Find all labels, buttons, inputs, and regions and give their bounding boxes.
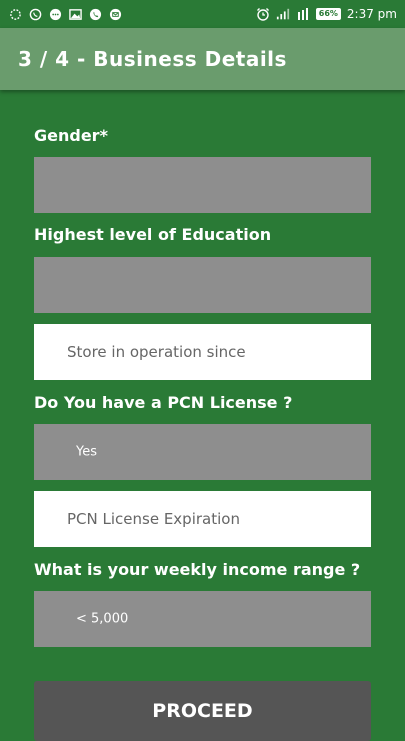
pcn-expiration-field[interactable]: PCN License Expiration — [34, 491, 371, 547]
pcn-expiration-placeholder: PCN License Expiration — [67, 510, 240, 528]
gender-select[interactable] — [34, 157, 371, 213]
app-bar: 3 / 4 - Business Details — [0, 28, 405, 90]
proceed-label: PROCEED — [152, 700, 253, 722]
gender-label: Gender* — [34, 126, 108, 145]
status-bar-right: 66% 2:37 pm — [256, 7, 397, 21]
gallery-icon — [68, 7, 82, 21]
pcn-license-select[interactable]: Yes — [34, 424, 371, 480]
phone-icon — [88, 7, 102, 21]
store-since-field[interactable]: Store in operation since — [34, 324, 371, 380]
education-label: Highest level of Education — [34, 225, 272, 244]
message-icon — [48, 7, 62, 21]
status-time: 2:37 pm — [346, 7, 397, 21]
alarm-icon — [256, 7, 270, 21]
battery-icon: 66% — [315, 8, 341, 20]
education-select[interactable] — [34, 257, 371, 313]
store-since-placeholder: Store in operation since — [67, 343, 246, 361]
income-range-label: What is your weekly income range ? — [34, 560, 361, 579]
pcn-license-value: Yes — [76, 444, 97, 460]
sync-icon — [8, 7, 22, 21]
income-range-value: < 5,000 — [76, 611, 129, 627]
status-bar: 66% 2:37 pm — [0, 0, 405, 28]
income-range-select[interactable]: < 5,000 — [34, 591, 371, 647]
pcn-license-label: Do You have a PCN License ? — [34, 393, 293, 412]
mail-icon — [108, 7, 122, 21]
signal-icon — [276, 7, 290, 21]
whatsapp-icon — [28, 7, 42, 21]
data-4g-icon — [296, 7, 310, 21]
page-title: 3 / 4 - Business Details — [18, 47, 287, 71]
proceed-button[interactable]: PROCEED — [34, 681, 371, 741]
status-bar-left — [8, 7, 122, 21]
